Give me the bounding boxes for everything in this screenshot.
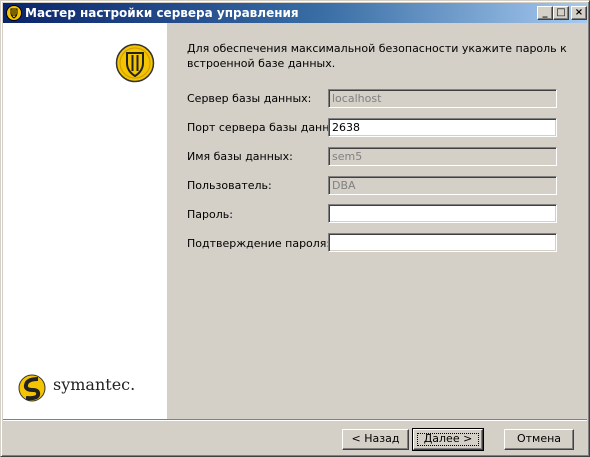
button-divider (3, 419, 587, 421)
db-server-label: Сервер базы данных: (187, 92, 312, 105)
intro-text: Для обеспечения максимальной безопасност… (187, 42, 567, 70)
symantec-shield-icon (6, 5, 22, 21)
password-field[interactable] (328, 204, 557, 223)
norton-shield-logo-icon (115, 43, 155, 83)
db-name-label: Имя базы данных: (187, 150, 293, 163)
db-name-field (328, 147, 557, 166)
close-icon: × (574, 7, 584, 18)
close-button[interactable]: × (571, 6, 587, 20)
db-user-field (328, 176, 557, 195)
db-port-field[interactable] (328, 118, 557, 137)
db-server-field (328, 89, 557, 108)
password-confirm-field[interactable] (328, 233, 557, 252)
minimize-button[interactable]: _ (537, 6, 553, 20)
password-confirm-label: Подтверждение пароля: (187, 237, 331, 250)
back-button[interactable]: < Назад (342, 429, 409, 450)
symantec-brand-text: symantec. (53, 375, 136, 394)
maximize-icon: □ (556, 7, 566, 18)
focus-rectangle (417, 433, 479, 446)
minimize-icon: _ (542, 7, 548, 18)
wizard-content: Для обеспечения максимальной безопасност… (167, 23, 587, 419)
password-label: Пароль: (187, 208, 233, 221)
window-title: Мастер настройки сервера управления (25, 6, 299, 20)
wizard-window: Мастер настройки сервера управления _ □ … (0, 0, 590, 457)
maximize-button[interactable]: □ (553, 6, 569, 20)
title-bar[interactable]: Мастер настройки сервера управления _ □ … (3, 3, 587, 23)
db-port-label: Порт сервера базы данных: (187, 121, 349, 134)
next-button[interactable]: Далее > (412, 428, 484, 451)
wizard-sidebar: symantec. (3, 23, 167, 419)
cancel-button[interactable]: Отмена (504, 429, 574, 450)
db-user-label: Пользователь: (187, 179, 272, 192)
